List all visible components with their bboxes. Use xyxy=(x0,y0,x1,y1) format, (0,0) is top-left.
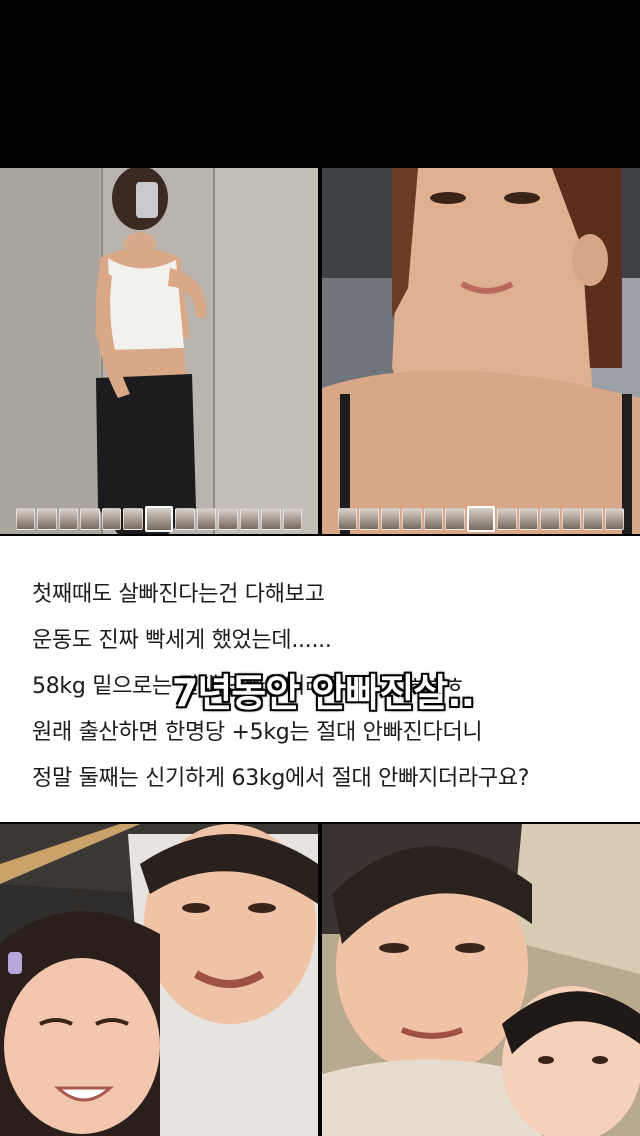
thumbnail[interactable] xyxy=(123,508,143,530)
thumbnail-strip[interactable] xyxy=(322,506,640,532)
father-daughter-illustration xyxy=(0,824,318,1136)
thumbnail[interactable] xyxy=(497,508,517,530)
thumbnail[interactable] xyxy=(518,508,539,530)
thumbnail[interactable] xyxy=(445,508,465,530)
father-daughter-selfie-photo xyxy=(0,824,318,1136)
thumbnail[interactable] xyxy=(604,508,625,530)
thumbnail-strip[interactable] xyxy=(0,506,318,532)
thumbnail[interactable] xyxy=(380,508,401,530)
video-subtitle-overlay: 7년동안 안빠진살.. xyxy=(171,670,476,716)
top-black-bar xyxy=(0,0,640,168)
thumbnail[interactable] xyxy=(338,508,358,530)
thumbnail-selected[interactable] xyxy=(466,506,496,532)
thumbnail-selected[interactable] xyxy=(144,506,174,532)
thumbnail[interactable] xyxy=(282,508,303,530)
thumbnail[interactable] xyxy=(561,508,582,530)
thumbnail[interactable] xyxy=(218,508,238,530)
thumbnail[interactable] xyxy=(540,508,560,530)
mirror-selfie-photo xyxy=(0,168,318,534)
thumbnail[interactable] xyxy=(402,508,422,530)
thumbnail[interactable] xyxy=(80,508,100,530)
father-baby-selfie-photo xyxy=(322,824,640,1136)
thumbnail[interactable] xyxy=(37,508,57,530)
thumbnail[interactable] xyxy=(101,508,122,530)
thumbnail[interactable] xyxy=(261,508,281,530)
mirror-selfie-illustration xyxy=(0,168,318,534)
thumbnail[interactable] xyxy=(16,508,36,530)
thumbnail[interactable] xyxy=(583,508,603,530)
thumbnail[interactable] xyxy=(175,508,195,530)
thumbnail[interactable] xyxy=(359,508,379,530)
father-baby-illustration xyxy=(322,824,640,1136)
closeup-selfie-photo xyxy=(322,168,640,534)
closeup-selfie-illustration xyxy=(322,168,640,534)
thumbnail[interactable] xyxy=(423,508,444,530)
caption-line: 정말 둘째는 신기하게 63kg에서 절대 안빠지더라구요? xyxy=(32,766,530,791)
caption-line: 운동도 진짜 빡세게 했었는데...... xyxy=(32,628,332,653)
caption-line: 첫째때도 살빠진다는건 다해보고 xyxy=(32,582,325,607)
thumbnail[interactable] xyxy=(196,508,217,530)
thumbnail[interactable] xyxy=(58,508,79,530)
thumbnail[interactable] xyxy=(239,508,260,530)
